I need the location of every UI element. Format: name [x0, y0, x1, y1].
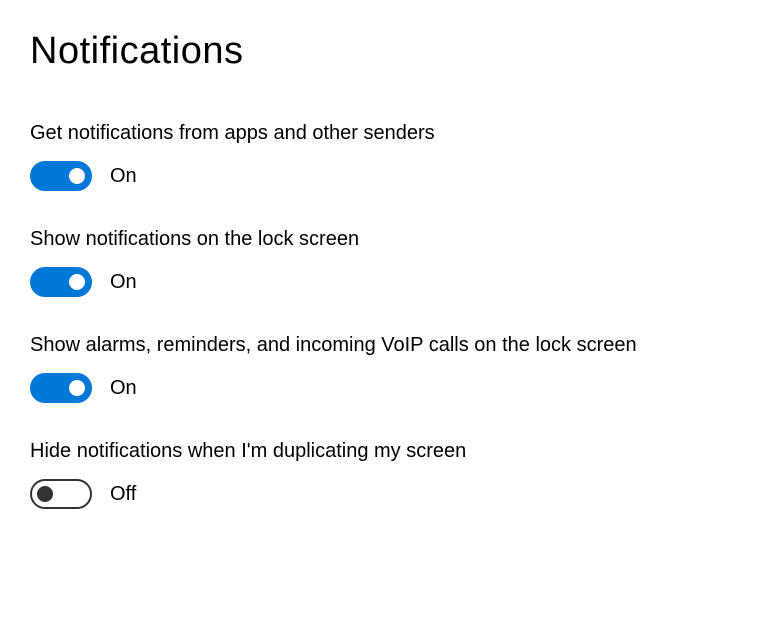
toggle-status: Off — [110, 483, 136, 506]
setting-label: Show notifications on the lock screen — [30, 225, 670, 253]
toggle-row: On — [30, 267, 738, 297]
setting-hide-duplicating: Hide notifications when I'm duplicating … — [30, 437, 738, 509]
setting-alarms-lock-screen: Show alarms, reminders, and incoming VoI… — [30, 331, 738, 403]
toggle-lock-screen-notifications[interactable] — [30, 267, 92, 297]
toggle-row: Off — [30, 479, 738, 509]
toggle-thumb — [69, 380, 85, 396]
toggle-row: On — [30, 373, 738, 403]
page-title: Notifications — [30, 30, 738, 73]
setting-label: Get notifications from apps and other se… — [30, 119, 670, 147]
setting-label: Hide notifications when I'm duplicating … — [30, 437, 670, 465]
toggle-thumb — [69, 168, 85, 184]
toggle-get-notifications[interactable] — [30, 161, 92, 191]
setting-label: Show alarms, reminders, and incoming VoI… — [30, 331, 670, 359]
toggle-status: On — [110, 271, 137, 294]
toggle-status: On — [110, 377, 137, 400]
toggle-hide-duplicating[interactable] — [30, 479, 92, 509]
setting-get-notifications: Get notifications from apps and other se… — [30, 119, 738, 191]
toggle-alarms-lock-screen[interactable] — [30, 373, 92, 403]
toggle-thumb — [37, 486, 53, 502]
toggle-status: On — [110, 165, 137, 188]
toggle-row: On — [30, 161, 738, 191]
setting-lock-screen-notifications: Show notifications on the lock screen On — [30, 225, 738, 297]
toggle-thumb — [69, 274, 85, 290]
